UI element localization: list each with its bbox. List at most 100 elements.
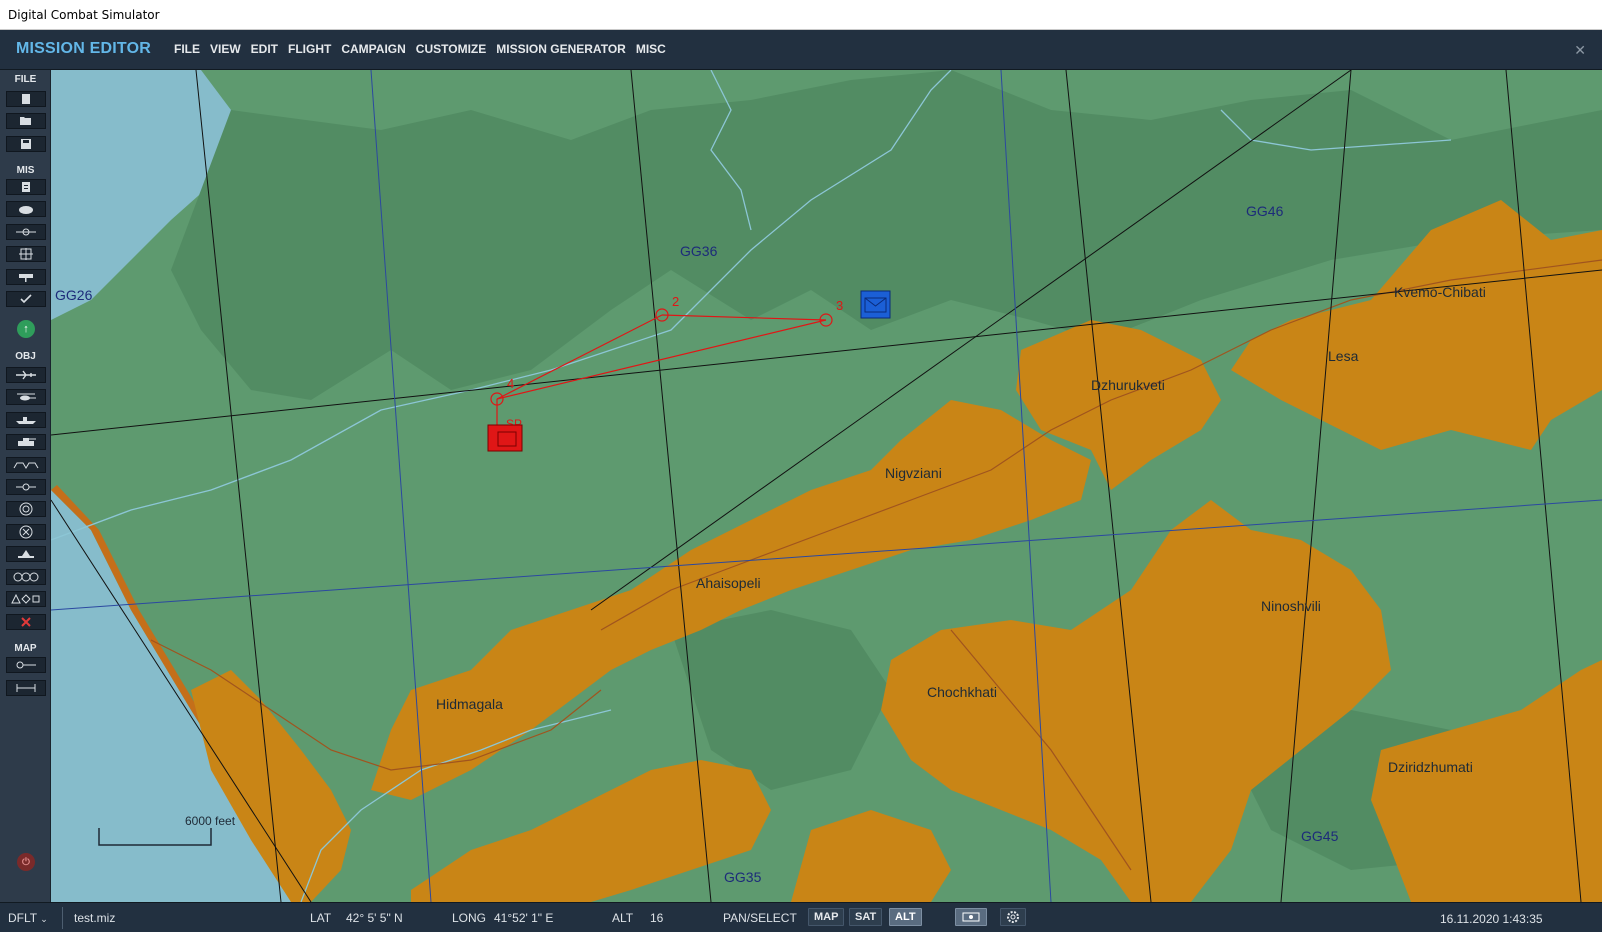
- ruler-icon: [16, 684, 36, 692]
- add-train-button[interactable]: [6, 457, 46, 473]
- add-vehicle-button[interactable]: [6, 434, 46, 450]
- add-helicopter-button[interactable]: [6, 389, 46, 405]
- menu-file[interactable]: FILE: [174, 42, 200, 56]
- town-label: Nigvziani: [885, 465, 942, 481]
- menu-campaign[interactable]: CAMPAIGN: [341, 42, 405, 56]
- menu-misc[interactable]: MISC: [636, 42, 666, 56]
- town-label: Lesa: [1328, 348, 1359, 364]
- section-label-file: FILE: [14, 74, 37, 85]
- exit-icon[interactable]: ⏻: [17, 853, 35, 871]
- left-toolbar: FILE MIS ↑ OBJ MAP ⏻: [0, 70, 51, 902]
- waypoint-label: 4: [507, 376, 514, 391]
- settings-button[interactable]: [1000, 908, 1026, 926]
- section-label-obj: OBJ: [15, 351, 36, 362]
- fly-mission-icon[interactable]: ↑: [17, 320, 35, 338]
- sat-mode-button[interactable]: SAT: [849, 908, 883, 926]
- menu-flight[interactable]: FLIGHT: [288, 42, 331, 56]
- waypoint-label: 2: [672, 294, 679, 309]
- lat-value: 42° 5' 5" N: [346, 911, 403, 925]
- map-view[interactable]: GG26 GG36 GG46 GG35 GG45 Kvemo-Chibati L…: [51, 70, 1602, 902]
- map-options-button[interactable]: [6, 657, 46, 673]
- static-object-icon: [16, 483, 36, 491]
- window-title: Digital Combat Simulator: [8, 8, 160, 22]
- add-target-zone-button[interactable]: [6, 501, 46, 517]
- airplane-icon: [16, 370, 36, 380]
- ruler-button[interactable]: [6, 680, 46, 696]
- map-mode-button[interactable]: MAP: [808, 908, 845, 926]
- briefing-button[interactable]: [6, 179, 46, 195]
- new-file-icon: [22, 94, 30, 104]
- gear-icon: [1007, 911, 1019, 923]
- section-label-mis: MIS: [16, 165, 35, 176]
- goals-button[interactable]: [6, 269, 46, 285]
- menu-customize[interactable]: CUSTOMIZE: [416, 42, 486, 56]
- blue-unit-icon[interactable]: [860, 290, 891, 319]
- triggers-button[interactable]: [6, 224, 46, 240]
- delete-icon: [21, 617, 31, 627]
- cloud-icon: [19, 206, 33, 214]
- town-label: Ahaisopeli: [696, 575, 761, 591]
- preset-value: DFLT: [8, 911, 37, 925]
- delete-object-button[interactable]: [6, 614, 46, 630]
- long-label: LONG: [452, 911, 487, 925]
- save-mission-button[interactable]: [6, 136, 46, 152]
- red-unit-icon[interactable]: [487, 424, 523, 452]
- grid-label-gg35: GG35: [724, 869, 762, 885]
- main-menu: FILE VIEW EDIT FLIGHT CAMPAIGN CUSTOMIZE…: [174, 42, 676, 56]
- menu-bar: MISSION EDITOR FILE VIEW EDIT FLIGHT CAM…: [0, 30, 1602, 70]
- zone-icon: [19, 248, 33, 260]
- close-icon[interactable]: ✕: [1574, 42, 1586, 59]
- trigger-zone-button[interactable]: [6, 246, 46, 262]
- window-titlebar: Digital Combat Simulator: [0, 0, 1602, 30]
- save-icon: [21, 139, 31, 149]
- add-plane-button[interactable]: [6, 367, 46, 383]
- app-title: MISSION EDITOR: [16, 40, 151, 57]
- scale-label: 6000 feet: [185, 814, 236, 828]
- waypoint-label: 3: [836, 298, 843, 313]
- add-ship-button[interactable]: [6, 412, 46, 428]
- shapes-icon: [11, 594, 40, 604]
- map-key-icon: [16, 661, 36, 669]
- add-fob-button[interactable]: [6, 546, 46, 562]
- menu-edit[interactable]: EDIT: [251, 42, 278, 56]
- grid-label-gg45: GG45: [1301, 828, 1339, 844]
- town-label: Kvemo-Chibati: [1394, 284, 1486, 300]
- screenshot-button[interactable]: [955, 908, 987, 926]
- mission-file-name: test.miz: [74, 911, 116, 925]
- add-drawing-button[interactable]: [6, 591, 46, 607]
- long-value: 41°52' 1" E: [494, 911, 554, 925]
- town-label: Dzhurukveti: [1091, 377, 1165, 393]
- alt-mode-button[interactable]: ALT: [889, 908, 922, 926]
- alt-value: 16: [650, 911, 664, 925]
- trigger-icon: [16, 228, 36, 236]
- open-mission-button[interactable]: [6, 113, 46, 129]
- cross-circle-icon: [19, 525, 33, 539]
- new-mission-button[interactable]: [6, 91, 46, 107]
- weather-button[interactable]: [6, 201, 46, 217]
- section-label-map: MAP: [14, 643, 37, 654]
- mode-label: PAN/SELECT: [723, 911, 797, 925]
- check-mission-button[interactable]: [6, 291, 46, 307]
- mission-datetime: 16.11.2020 1:43:35: [1440, 912, 1543, 926]
- grid-label-gg36: GG36: [680, 243, 718, 259]
- grid-label-gg46: GG46: [1246, 203, 1284, 219]
- town-label: Hidmagala: [436, 696, 503, 712]
- town-label: Ninoshvili: [1261, 598, 1321, 614]
- map-canvas[interactable]: GG26 GG36 GG46 GG35 GG45 Kvemo-Chibati L…: [51, 70, 1602, 902]
- town-label: Dziridzhumati: [1388, 759, 1473, 775]
- menu-mission-generator[interactable]: MISSION GENERATOR: [496, 42, 626, 56]
- menu-view[interactable]: VIEW: [210, 42, 241, 56]
- lat-label: LAT: [310, 911, 332, 925]
- train-icon: [13, 462, 39, 469]
- checkmark-icon: [20, 294, 32, 304]
- target-icon: [19, 502, 33, 516]
- tank-icon: [18, 438, 36, 446]
- add-static-button[interactable]: [6, 479, 46, 495]
- add-cargo-button[interactable]: [6, 524, 46, 540]
- group-icon: [13, 572, 39, 582]
- town-label: Chochkhati: [927, 684, 997, 700]
- preset-select[interactable]: DFLT ⌄: [8, 911, 48, 925]
- alt-label: ALT: [612, 911, 634, 925]
- add-template-button[interactable]: [6, 569, 46, 585]
- ship-icon: [16, 417, 36, 424]
